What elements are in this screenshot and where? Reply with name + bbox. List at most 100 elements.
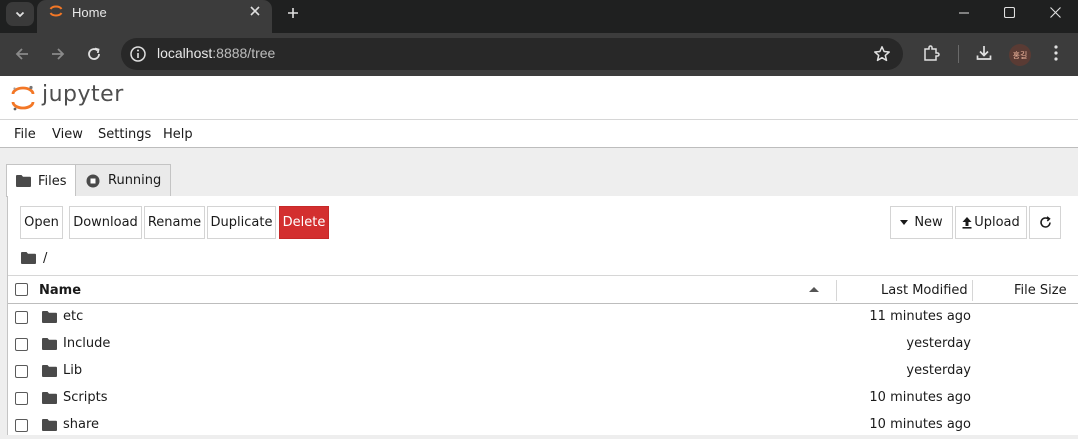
refresh-icon [1039, 216, 1051, 228]
back-button[interactable] [8, 40, 36, 68]
delete-button[interactable]: Delete [279, 206, 329, 239]
window-close-button[interactable] [1032, 0, 1078, 25]
puzzle-icon [924, 45, 940, 61]
folder-icon [42, 338, 57, 350]
plus-icon [288, 8, 298, 18]
jupyter-logo-text[interactable]: jupyter [42, 82, 124, 107]
rename-button[interactable]: Rename [144, 206, 205, 239]
reload-button[interactable] [80, 40, 108, 68]
close-icon[interactable] [247, 3, 263, 19]
folder-icon [42, 392, 57, 404]
file-row[interactable]: etc 11 minutes ago [8, 304, 1078, 331]
column-header-modified[interactable]: Last Modified [881, 283, 968, 298]
extensions-button[interactable] [921, 43, 941, 63]
refresh-button[interactable] [1029, 206, 1061, 239]
url-path: :8888/tree [212, 45, 276, 61]
row-checkbox[interactable] [15, 365, 28, 378]
minimize-button[interactable] [941, 0, 987, 25]
column-divider [836, 280, 837, 301]
file-modified: yesterday [906, 363, 971, 378]
download-icon [976, 46, 992, 60]
menu-file[interactable]: File [14, 127, 36, 142]
reload-icon [88, 47, 100, 60]
column-header-name[interactable]: Name [39, 283, 81, 298]
file-row[interactable]: Lib yesterday [8, 358, 1078, 385]
browser-menu-button[interactable] [1046, 43, 1066, 63]
folder-icon[interactable] [21, 252, 36, 264]
toolbar-divider [958, 45, 959, 63]
forward-button[interactable] [44, 40, 72, 68]
maximize-button[interactable] [986, 0, 1032, 25]
file-modified: 10 minutes ago [869, 390, 971, 405]
chevron-down-icon [15, 11, 25, 18]
jupyter-logo-icon[interactable] [11, 84, 35, 112]
tab-running[interactable]: Running [75, 164, 171, 196]
tab-running-label: Running [108, 173, 162, 188]
download-button[interactable]: Download [69, 206, 142, 239]
sort-ascending-icon[interactable] [809, 287, 819, 292]
jupyter-header: jupyter [0, 76, 1078, 119]
tab-bar: Files Running [0, 148, 1078, 197]
browser-tabstrip: Home [0, 0, 1078, 33]
upload-button-label: Upload [974, 215, 1020, 230]
stop-circle-icon [86, 174, 100, 187]
folder-icon [42, 365, 57, 377]
row-checkbox[interactable] [15, 311, 28, 324]
folder-icon [16, 175, 31, 187]
file-modified: 10 minutes ago [869, 417, 971, 432]
arrow-left-icon [15, 48, 28, 60]
file-name[interactable]: Lib [63, 363, 82, 378]
profile-avatar[interactable]: 홍길 [1009, 44, 1031, 66]
file-name[interactable]: etc [63, 309, 83, 324]
breadcrumb: / [21, 248, 47, 268]
folder-icon [42, 311, 57, 323]
menu-settings[interactable]: Settings [98, 127, 151, 142]
upload-button[interactable]: Upload [955, 206, 1027, 239]
file-browser-panel: Open Download Rename Duplicate Delete Ne… [7, 196, 1078, 435]
menu-bar: File View Settings Help [0, 119, 1078, 148]
row-checkbox[interactable] [15, 338, 28, 351]
avatar-text: 홍길 [1012, 50, 1028, 60]
upload-icon [962, 216, 972, 229]
downloads-button[interactable] [974, 43, 994, 63]
minimize-icon [959, 12, 969, 13]
address-bar[interactable]: localhost:8888/tree [121, 38, 903, 70]
new-button-label: New [914, 215, 943, 230]
breadcrumb-path[interactable]: / [43, 251, 47, 266]
folder-icon [42, 419, 57, 431]
star-icon[interactable] [873, 45, 891, 63]
file-modified: 11 minutes ago [869, 309, 971, 324]
new-button[interactable]: New [890, 206, 953, 239]
file-row[interactable]: Include yesterday [8, 331, 1078, 358]
maximize-icon [1003, 7, 1015, 18]
row-checkbox[interactable] [15, 392, 28, 405]
jupyter-favicon-icon [49, 5, 63, 17]
duplicate-button[interactable]: Duplicate [207, 206, 276, 239]
file-modified: yesterday [906, 336, 971, 351]
file-name[interactable]: Include [63, 336, 110, 351]
browser-toolbar: localhost:8888/tree [0, 33, 1078, 76]
browser-tab-home[interactable]: Home [37, 0, 272, 33]
tab-search-button[interactable] [6, 2, 34, 26]
new-tab-button[interactable] [282, 2, 304, 24]
menu-view[interactable]: View [52, 127, 83, 142]
tab-files-label: Files [38, 173, 67, 189]
file-name[interactable]: share [63, 417, 99, 432]
select-all-checkbox[interactable] [15, 283, 28, 296]
file-name[interactable]: Scripts [63, 390, 107, 405]
caret-down-icon [900, 220, 909, 225]
url-host: localhost [157, 45, 213, 61]
arrow-right-icon [52, 48, 65, 60]
url-text: localhost:8888/tree [157, 45, 275, 61]
file-row[interactable]: Scripts 10 minutes ago [8, 385, 1078, 412]
tab-files[interactable]: Files [6, 164, 76, 197]
column-header-size[interactable]: File Size [1014, 283, 1067, 298]
menu-help[interactable]: Help [163, 127, 193, 142]
row-checkbox[interactable] [15, 419, 28, 432]
close-icon [1049, 7, 1061, 18]
info-icon[interactable] [129, 45, 147, 63]
browser-tab-title: Home [72, 5, 107, 20]
open-button[interactable]: Open [20, 206, 63, 239]
column-divider [972, 280, 973, 301]
more-vertical-icon [1054, 45, 1058, 61]
